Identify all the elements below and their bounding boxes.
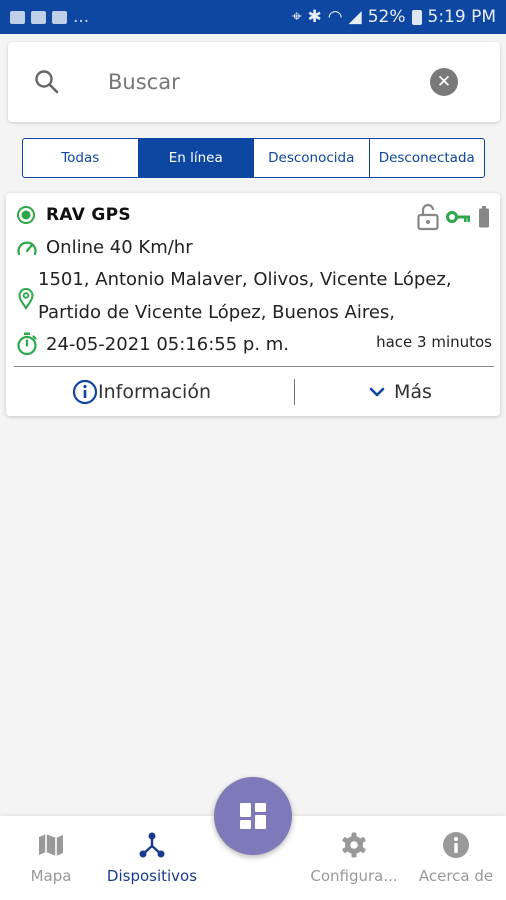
nav-dispositivos[interactable]: Dispositivos	[100, 816, 204, 900]
online-status-icon	[17, 206, 35, 224]
wifi-icon: ◠	[327, 7, 343, 27]
chat-notification-icon	[52, 10, 67, 24]
card-divider	[14, 366, 494, 367]
map-icon	[39, 834, 63, 856]
unlocked-icon	[417, 203, 439, 231]
tab-desconocida[interactable]: Desconocida	[254, 139, 370, 177]
tab-en-linea[interactable]: En línea	[138, 139, 254, 177]
speed-status: Online 40 Km/hr	[46, 237, 193, 258]
nav-dispositivos-label: Dispositivos	[106, 867, 198, 885]
search-icon[interactable]	[34, 69, 60, 95]
info-icon	[443, 832, 469, 858]
speedometer-icon	[17, 241, 37, 255]
tab-desconectada[interactable]: Desconectada	[370, 139, 485, 177]
chevron-down-icon	[369, 387, 385, 397]
ignition-key-icon	[446, 211, 470, 223]
clear-search-icon[interactable]: ✕	[430, 68, 458, 96]
last-update-datetime: 24-05-2021 05:16:55 p. m.	[46, 333, 290, 355]
device-status-icons	[416, 203, 490, 231]
nav-mapa-label: Mapa	[30, 867, 72, 885]
more-notifications-icon: ...	[73, 7, 90, 27]
nav-acerca-de[interactable]: Acerca de	[410, 816, 502, 900]
device-name: RAV GPS	[46, 205, 131, 225]
location-status-icon: ⌖	[291, 7, 302, 27]
stopwatch-icon	[17, 332, 37, 356]
bluetooth-icon: ✱	[307, 7, 322, 27]
information-button[interactable]: Información	[72, 374, 211, 410]
battery-percent: 52%	[367, 7, 406, 27]
location-pin-icon	[18, 288, 34, 310]
signal-icon: ◢	[348, 7, 362, 27]
clock: 5:19 PM	[427, 7, 497, 27]
message-notification-icon	[31, 10, 46, 24]
datetime-row: 24-05-2021 05:16:55 p. m.	[16, 332, 289, 356]
device-address: 1501, Antonio Malaver, Olivos, Vicente L…	[38, 269, 452, 323]
nav-acerca-de-label: Acerca de	[418, 867, 494, 885]
action-separator	[294, 379, 295, 405]
info-circle-icon	[72, 379, 98, 405]
dashboard-fab[interactable]	[214, 777, 292, 855]
speed-row: Online 40 Km/hr	[16, 237, 193, 258]
search-input[interactable]	[108, 70, 408, 94]
search-bar: ✕	[8, 42, 500, 122]
notification-icons: ...	[10, 7, 89, 27]
gear-icon	[342, 832, 366, 858]
battery-level-icon	[479, 206, 489, 228]
device-header: RAV GPS	[16, 205, 131, 225]
more-button[interactable]: Más	[368, 374, 432, 410]
nav-configuracion-label: Configura...	[310, 867, 398, 885]
status-filter-tabs: Todas En línea Desconocida Desconectada	[22, 138, 485, 178]
tab-todas[interactable]: Todas	[23, 139, 139, 177]
system-icons: ⌖ ✱ ◠ ◢ 52% 5:19 PM	[292, 7, 496, 27]
devices-icon	[139, 832, 165, 858]
status-bar: ... ⌖ ✱ ◠ ◢ 52% 5:19 PM	[0, 0, 506, 34]
time-ago: hace 3 minutos	[376, 333, 492, 351]
dashboard-icon	[240, 803, 266, 829]
battery-icon	[411, 9, 422, 25]
image-notification-icon	[10, 10, 25, 24]
more-label: Más	[394, 381, 432, 403]
information-label: Información	[98, 381, 211, 403]
nav-configuracion[interactable]: Configura...	[302, 816, 406, 900]
nav-mapa[interactable]: Mapa	[22, 816, 80, 900]
device-card[interactable]: RAV GPS Online 40 Km/hr 1501, Antonio Ma…	[6, 193, 500, 416]
